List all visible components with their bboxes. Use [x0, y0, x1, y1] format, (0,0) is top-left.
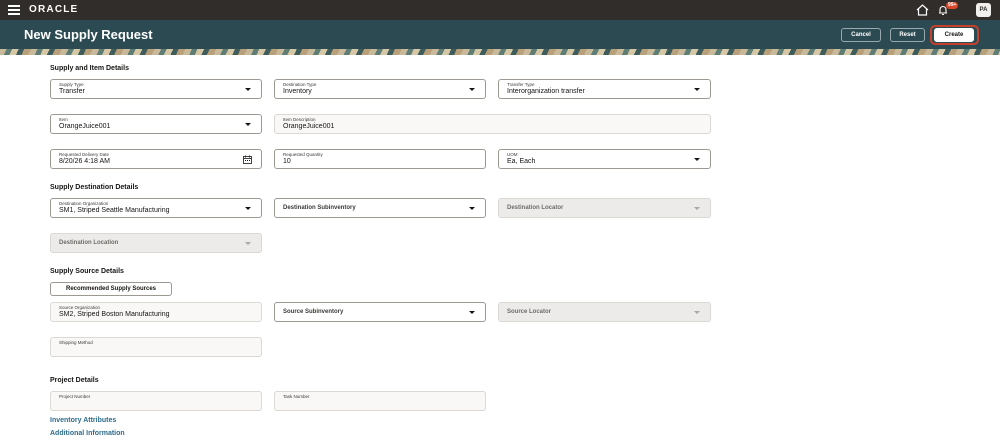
- destination-type-value: Inventory: [283, 88, 312, 95]
- supply-type-select[interactable]: Supply Type Transfer: [50, 79, 262, 99]
- uom-select[interactable]: UOM Ea, Each: [498, 149, 711, 169]
- requested-quantity-label: Requested Quantity: [283, 152, 323, 157]
- supply-type-value: Transfer: [59, 88, 85, 95]
- destination-type-label: Destination Type: [283, 82, 317, 87]
- transfer-type-select[interactable]: Transfer Type Interorganization transfer: [498, 79, 711, 99]
- item-description-label: Item Description: [283, 117, 316, 122]
- uom-label: UOM: [507, 152, 518, 157]
- requested-quantity-input[interactable]: Requested Quantity 10: [274, 149, 486, 169]
- destination-locator-placeholder: Destination Locator: [507, 205, 564, 211]
- destination-section-title: Supply Destination Details: [50, 184, 139, 191]
- requested-delivery-date-label: Requested Delivery Date: [59, 152, 110, 157]
- destination-type-select[interactable]: Destination Type Inventory: [274, 79, 486, 99]
- destination-organization-label: Destination Organization: [59, 201, 109, 206]
- source-organization-field: Source Organization SM2, Striped Boston …: [50, 302, 262, 322]
- calendar-icon[interactable]: [243, 155, 252, 164]
- destination-location-select: Destination Location: [50, 233, 262, 253]
- shipping-method-label: Shipping Method: [59, 340, 93, 345]
- chevron-down-icon[interactable]: [694, 158, 700, 161]
- chevron-down-icon: [694, 207, 700, 210]
- chevron-down-icon[interactable]: [469, 311, 475, 314]
- requested-delivery-date-value: 8/20/26 4:18 AM: [59, 158, 110, 165]
- project-number-label: Project Number: [59, 394, 91, 399]
- chevron-down-icon[interactable]: [245, 207, 251, 210]
- source-organization-value: SM2, Striped Boston Manufacturing: [59, 311, 170, 318]
- additional-information-link[interactable]: Additional Information: [50, 430, 125, 437]
- requested-quantity-value: 10: [283, 158, 291, 165]
- notification-badge: 99+: [946, 2, 959, 9]
- item-select[interactable]: Item OrangeJuice001: [50, 114, 262, 134]
- task-number-label: Task Number: [283, 394, 310, 399]
- source-locator-select: Source Locator: [498, 302, 711, 322]
- supply-type-label: Supply Type: [59, 82, 84, 87]
- item-description-value: OrangeJuice001: [283, 123, 335, 130]
- inventory-attributes-link[interactable]: Inventory Attributes: [50, 417, 116, 424]
- home-icon[interactable]: [916, 4, 929, 16]
- chevron-down-icon[interactable]: [694, 88, 700, 91]
- destination-location-placeholder: Destination Location: [59, 240, 119, 246]
- oracle-logo: ORACLE: [29, 4, 79, 15]
- chevron-down-icon[interactable]: [245, 88, 251, 91]
- source-locator-placeholder: Source Locator: [507, 309, 552, 315]
- item-value: OrangeJuice001: [59, 123, 111, 130]
- page-title: New Supply Request: [24, 27, 153, 42]
- source-organization-label: Source Organization: [59, 305, 101, 310]
- destination-subinventory-select[interactable]: Destination Subinventory: [274, 198, 486, 218]
- shipping-method-field: Shipping Method: [50, 337, 262, 357]
- source-section-title: Supply Source Details: [50, 268, 124, 275]
- destination-subinventory-placeholder: Destination Subinventory: [283, 205, 356, 211]
- item-label: Item: [59, 117, 68, 122]
- create-button[interactable]: Create: [934, 28, 974, 42]
- cancel-button[interactable]: Cancel: [841, 28, 881, 42]
- source-subinventory-select[interactable]: Source Subinventory: [274, 302, 486, 322]
- chevron-down-icon: [245, 242, 251, 245]
- task-number-field: Task Number: [274, 391, 486, 411]
- menu-icon[interactable]: [8, 5, 20, 15]
- chevron-down-icon: [694, 311, 700, 314]
- chevron-down-icon[interactable]: [469, 207, 475, 210]
- project-section-title: Project Details: [50, 377, 99, 384]
- destination-organization-select[interactable]: Destination Organization SM1, Striped Se…: [50, 198, 262, 218]
- header-pattern: [0, 49, 1000, 55]
- source-subinventory-placeholder: Source Subinventory: [283, 309, 344, 315]
- chevron-down-icon[interactable]: [245, 123, 251, 126]
- recommended-supply-sources-button[interactable]: Recommended Supply Sources: [50, 282, 172, 296]
- uom-value: Ea, Each: [507, 158, 536, 165]
- project-number-field: Project Number: [50, 391, 262, 411]
- destination-locator-select: Destination Locator: [498, 198, 711, 218]
- transfer-type-label: Transfer Type: [507, 82, 535, 87]
- transfer-type-value: Interorganization transfer: [507, 88, 585, 95]
- requested-delivery-date-field[interactable]: Requested Delivery Date 8/20/26 4:18 AM: [50, 149, 262, 169]
- item-description-field: Item Description OrangeJuice001: [274, 114, 711, 134]
- supply-item-section-title: Supply and Item Details: [50, 65, 129, 72]
- reset-button[interactable]: Reset: [890, 28, 925, 42]
- avatar[interactable]: PA: [976, 3, 991, 17]
- chevron-down-icon[interactable]: [469, 88, 475, 91]
- destination-organization-value: SM1, Striped Seattle Manufacturing: [59, 207, 170, 214]
- global-header: ORACLE 99+ PA: [0, 0, 1000, 20]
